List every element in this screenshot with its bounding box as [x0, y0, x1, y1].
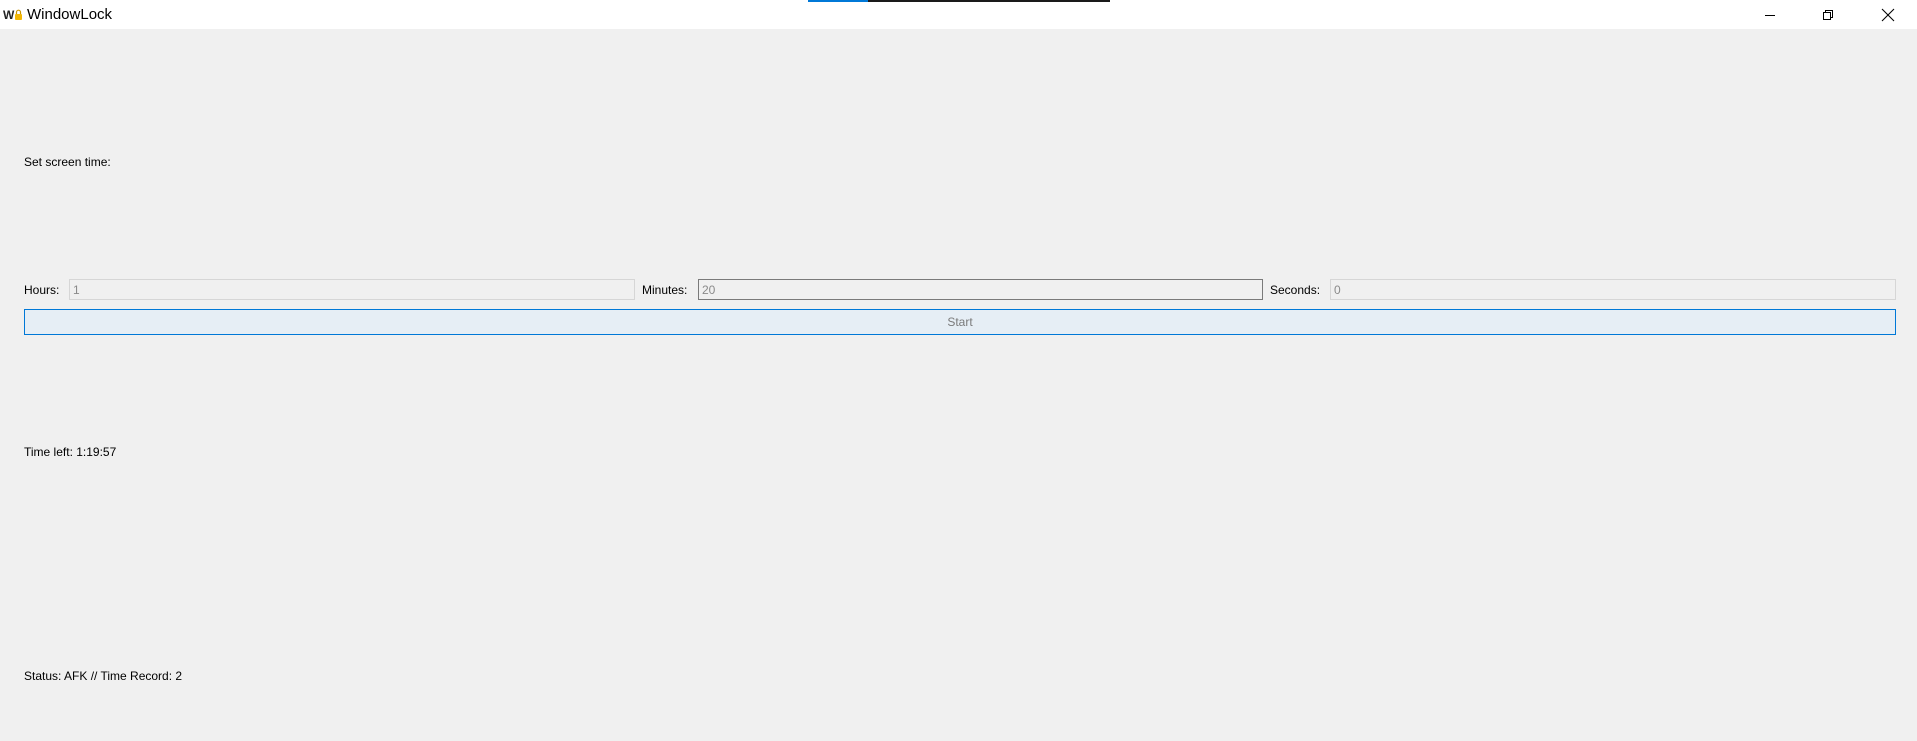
taskbar-shadow-indicator — [868, 0, 1110, 2]
restore-button[interactable] — [1799, 0, 1857, 29]
minutes-label: Minutes: — [642, 283, 688, 297]
hours-input[interactable] — [69, 279, 635, 300]
taskbar-accent-indicator — [808, 0, 868, 2]
hours-label: Hours: — [24, 283, 60, 297]
set-screen-time-label: Set screen time: — [24, 155, 111, 169]
restore-icon — [1822, 9, 1834, 21]
close-button[interactable] — [1859, 0, 1917, 29]
seconds-label: Seconds: — [1270, 283, 1321, 297]
minutes-input[interactable] — [698, 279, 1263, 300]
minimize-button[interactable] — [1741, 0, 1799, 29]
svg-text:W: W — [3, 8, 15, 21]
minimize-icon — [1764, 9, 1776, 21]
window-title: WindowLock — [27, 6, 113, 23]
start-button[interactable]: Start — [24, 309, 1896, 335]
windowlock-app-icon: W — [3, 8, 23, 22]
close-icon — [1881, 8, 1895, 22]
seconds-input[interactable] — [1330, 279, 1896, 300]
status-label: Status: AFK // Time Record: 2 — [24, 669, 183, 683]
time-left-label: Time left: 1:19:57 — [24, 445, 117, 459]
title-bar: W WindowLock — [0, 0, 1917, 29]
